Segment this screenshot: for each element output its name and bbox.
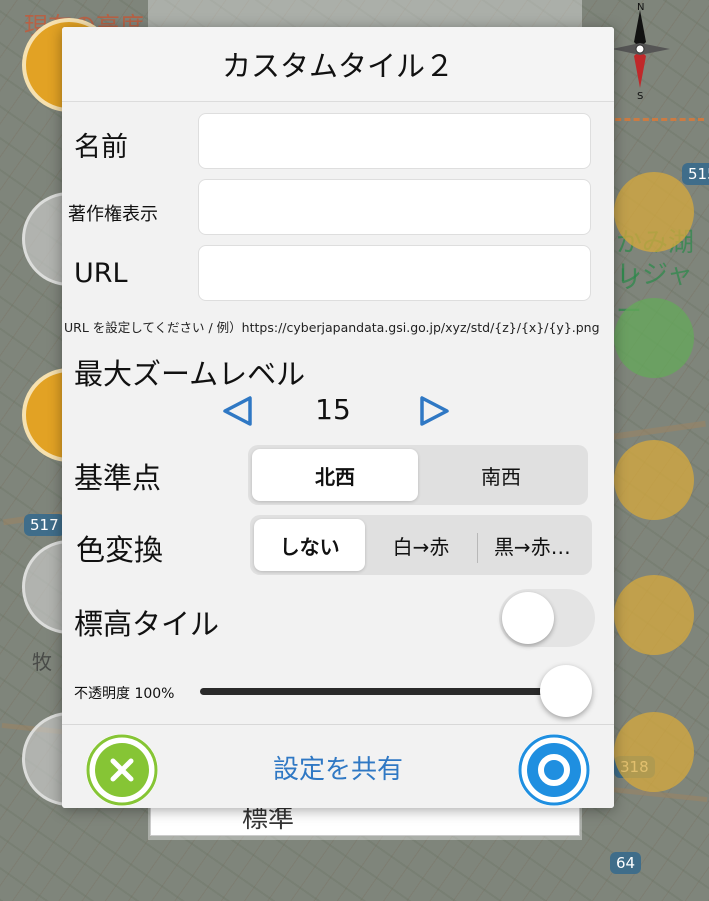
- navigate-button[interactable]: [614, 298, 694, 378]
- map-list-item[interactable]: [150, 806, 580, 836]
- url-hint: URL を設定してください / 例）https://cyberjapandata…: [64, 320, 600, 335]
- origin-option-northwest[interactable]: 北西: [252, 449, 418, 501]
- url-input[interactable]: [198, 245, 591, 301]
- color-option-black-to-red[interactable]: 黒→赤…: [476, 519, 588, 571]
- origin-option-southwest[interactable]: 南西: [418, 449, 584, 501]
- url-label: URL: [74, 258, 128, 289]
- zoom-value: 15: [315, 393, 351, 426]
- toggle-knob: [502, 592, 554, 644]
- route-badge: 517: [24, 514, 65, 536]
- color-option-white-to-red[interactable]: 白→赤: [365, 519, 476, 571]
- pin-button[interactable]: [614, 575, 694, 655]
- color-conversion-segmented-control: しない 白→赤 黒→赤…: [250, 515, 592, 575]
- right-tool-button[interactable]: [614, 172, 694, 252]
- share-settings-button[interactable]: 設定を共有: [212, 749, 464, 786]
- origin-segmented-control: 北西 南西: [248, 445, 588, 505]
- origin-label: 基準点: [74, 461, 162, 495]
- right-tool-button[interactable]: [614, 712, 694, 792]
- close-button[interactable]: [86, 734, 158, 806]
- max-zoom-label: 最大ズームレベル: [74, 357, 306, 391]
- zoom-increase-icon[interactable]: [418, 395, 452, 427]
- right-tool-button[interactable]: [614, 440, 694, 520]
- name-input[interactable]: [198, 113, 591, 169]
- opacity-label: 不透明度 100%: [74, 686, 175, 702]
- scale-line: [606, 118, 704, 121]
- route-badge: 515: [682, 163, 709, 185]
- opacity-slider-track[interactable]: [200, 688, 572, 695]
- confirm-button[interactable]: [518, 734, 590, 806]
- map-place-label: 牧: [32, 650, 52, 674]
- compass-north-label: N: [637, 2, 644, 13]
- dialog-title: カスタムタイル２: [62, 27, 614, 102]
- elevation-tile-label: 標高タイル: [74, 607, 220, 641]
- custom-tile-dialog: カスタムタイル２ 名前 著作権表示 URL URL を設定してください / 例）…: [62, 27, 614, 808]
- compass-south-label: S: [637, 91, 643, 100]
- route-badge: 64: [610, 852, 642, 874]
- color-option-none[interactable]: しない: [254, 519, 366, 571]
- copyright-input[interactable]: [198, 179, 591, 235]
- copyright-label: 著作権表示: [68, 204, 158, 225]
- opacity-slider-thumb[interactable]: [540, 665, 592, 717]
- name-label: 名前: [74, 132, 128, 163]
- zoom-decrease-icon[interactable]: [220, 395, 254, 427]
- color-conversion-label: 色変換: [76, 533, 164, 567]
- elevation-tile-toggle[interactable]: [499, 589, 595, 647]
- compass-icon[interactable]: N S: [604, 2, 676, 100]
